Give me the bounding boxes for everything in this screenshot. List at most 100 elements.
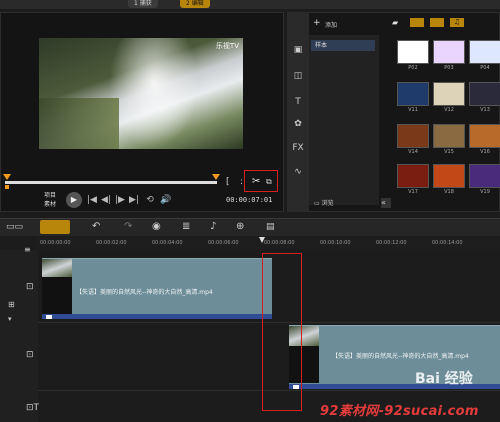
audio-filter-icon[interactable]: ♫	[450, 18, 464, 27]
library-thumbnail[interactable]	[469, 164, 500, 188]
browse-label: 浏览	[321, 200, 334, 207]
folder-list	[309, 35, 379, 205]
trim-start-handle[interactable]	[3, 174, 11, 180]
clip-1-audio-bar	[42, 314, 272, 319]
add-icon[interactable]: +	[313, 18, 321, 28]
video-track-icon[interactable]: ⊡	[26, 282, 34, 292]
site-watermark: 92素材网-92sucai.com	[320, 404, 479, 419]
mark-out-icon[interactable]: :	[240, 177, 243, 187]
library-thumbnail[interactable]	[433, 124, 465, 148]
thumbnail-label: V18	[444, 189, 454, 195]
scrub-bar[interactable]	[5, 181, 217, 184]
clip-thumbnail	[42, 259, 72, 277]
storyboard-view-icon[interactable]: ▭▭	[6, 222, 23, 232]
thumbnail-label: V16	[480, 149, 490, 155]
home-button[interactable]: |◀	[86, 193, 98, 207]
thumbnail-label: P04	[480, 65, 490, 71]
clip-1-title: 【失语】美丽的自然风光--神奇的大自然_高清.mp4	[76, 289, 213, 296]
trim-end-handle[interactable]	[212, 174, 220, 180]
video-filter-icon[interactable]	[410, 18, 424, 27]
video-clip-1[interactable]: 【失语】美丽的自然风光--神奇的大自然_高清.mp4	[42, 258, 272, 319]
library-thumbnail[interactable]	[397, 82, 429, 106]
track-lock-icon[interactable]: ⊞	[8, 300, 15, 309]
library-thumbnail[interactable]	[469, 40, 500, 64]
track-headers	[0, 250, 38, 422]
ruler-tick-label: 00:00:08:00	[264, 240, 295, 246]
folder-icon[interactable]: ▰	[392, 18, 398, 27]
library-thumbnail[interactable]	[469, 82, 500, 106]
title-track-icon[interactable]: ⊡T	[26, 403, 39, 413]
split-point-highlight	[262, 253, 302, 411]
timeline-playhead[interactable]	[259, 237, 265, 243]
video-preview: 乐视TV	[39, 38, 243, 149]
media-icon[interactable]: ▣	[291, 44, 305, 56]
library-thumbnail[interactable]	[397, 164, 429, 188]
mode-clip-label[interactable]: 素材	[44, 199, 56, 208]
thumbnail-label: V13	[480, 107, 490, 113]
thumbnail-label: V12	[444, 107, 454, 113]
library-thumbnail[interactable]	[433, 82, 465, 106]
play-button[interactable]: ▶	[66, 192, 82, 208]
subtitle-icon[interactable]: ▤	[266, 222, 275, 232]
scissors-icon[interactable]: ✂	[252, 176, 260, 187]
fx-icon[interactable]: FX	[291, 142, 305, 154]
timeline-toolbar	[0, 218, 500, 236]
mixer-icon[interactable]: ≣	[182, 221, 190, 232]
tab-edit[interactable]: 2 编辑	[180, 0, 210, 8]
thumbnail-label: V14	[408, 149, 418, 155]
next-frame-button[interactable]: |▶	[114, 193, 126, 207]
browse-button[interactable]: ▭ 浏览	[314, 198, 334, 207]
thumbnail-label: V19	[480, 189, 490, 195]
track-options-icon[interactable]: ≡	[24, 245, 31, 254]
overlay-track-icon[interactable]: ⊡	[26, 350, 34, 360]
playhead-marker[interactable]	[5, 185, 9, 189]
collapse-button[interactable]: «	[381, 198, 391, 208]
ruler-tick-label: 00:00:12:00	[376, 240, 407, 246]
mode-project-label[interactable]: 项目	[44, 190, 56, 199]
track-collapse-icon[interactable]: ▾	[8, 315, 12, 323]
add-folder-label[interactable]: 添加	[325, 20, 337, 29]
ruler-tick-label: 00:00:06:00	[208, 240, 239, 246]
transition-icon[interactable]: ◫	[291, 70, 305, 82]
clip-1-marker-icon	[46, 315, 52, 319]
undo-icon[interactable]: ↶	[92, 221, 100, 232]
repeat-button[interactable]: ⟲	[144, 193, 156, 207]
prev-frame-button[interactable]: ◀|	[100, 193, 112, 207]
video-watermark: 乐视TV	[215, 42, 239, 50]
graphic-icon[interactable]: ✿	[291, 118, 305, 130]
library-thumbnail[interactable]	[469, 124, 500, 148]
auto-music-icon[interactable]: ♪	[210, 221, 216, 232]
ruler-tick-label: 00:00:10:00	[320, 240, 351, 246]
clip-2-title: 【失语】美丽的自然风光--神奇的大自然_高清.mp4	[332, 353, 469, 360]
folder-item-sample[interactable]: 样本	[311, 40, 375, 51]
path-icon[interactable]: ∿	[291, 166, 305, 178]
image-filter-icon[interactable]	[430, 18, 444, 27]
ruler-tick-label: 00:00:00:00	[40, 240, 71, 246]
record-icon[interactable]: ◉	[152, 221, 161, 232]
title-icon[interactable]: T	[291, 96, 305, 108]
thumbnail-label: V15	[444, 149, 454, 155]
library-thumbnail[interactable]	[397, 124, 429, 148]
library-thumbnail[interactable]	[397, 40, 429, 64]
library-sidebar	[287, 12, 309, 212]
ruler-tick-label: 00:00:02:00	[96, 240, 127, 246]
volume-button[interactable]: 🔊	[160, 193, 172, 207]
clip-filmstrip	[42, 277, 72, 314]
redo-icon[interactable]: ↷	[124, 221, 132, 232]
library-thumbnail[interactable]	[433, 164, 465, 188]
copy-icon[interactable]: ⧉	[266, 177, 272, 187]
library-thumbnail[interactable]	[433, 40, 465, 64]
tab-capture[interactable]: 1 捕获	[128, 0, 158, 8]
thumbnail-label: V11	[408, 107, 418, 113]
mark-in-icon[interactable]: [	[226, 177, 230, 187]
baidu-watermark: Bai 经验	[415, 371, 473, 387]
timeline-view-button[interactable]	[40, 220, 70, 234]
split-highlight-box	[244, 170, 278, 192]
motion-icon[interactable]: ⊕	[236, 221, 244, 232]
end-button[interactable]: ▶|	[128, 193, 140, 207]
play-icon: ▶	[70, 195, 78, 204]
top-strip	[0, 0, 500, 9]
ruler-tick-label: 00:00:14:00	[432, 240, 463, 246]
thumbnail-label: P02	[408, 65, 418, 71]
timecode-display[interactable]: 00:00:07:01	[226, 196, 272, 204]
